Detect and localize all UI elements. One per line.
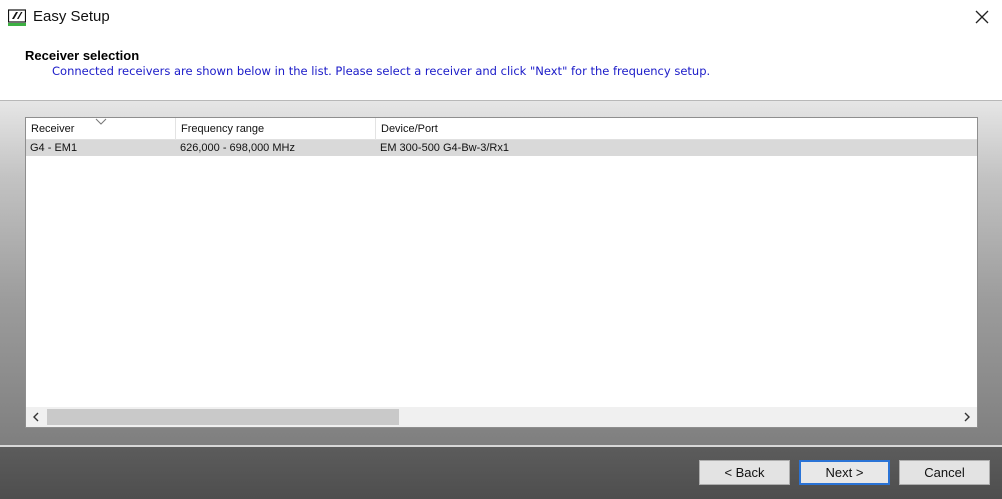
column-header-label: Device/Port <box>381 123 438 135</box>
column-header-frequency-range[interactable]: Frequency range <box>176 118 376 140</box>
page-title: Receiver selection <box>25 48 140 63</box>
page-description: Connected receivers are shown below in t… <box>52 64 711 78</box>
device-port-cell: EM 300-500 G4-Bw-3/Rx1 <box>380 142 509 154</box>
close-icon <box>975 10 989 24</box>
receiver-list[interactable]: Receiver Frequency range Device/Port G4 … <box>25 117 978 428</box>
sort-descending-icon <box>95 118 107 125</box>
column-header-label: Frequency range <box>181 123 265 135</box>
sennheiser-logo-icon <box>8 9 26 26</box>
receiver-cell: G4 - EM1 <box>30 142 78 154</box>
title-bar: Easy Setup <box>0 0 1002 34</box>
cancel-button[interactable]: Cancel <box>899 460 990 485</box>
table-row[interactable]: G4 - EM1 626,000 - 698,000 MHz EM 300-50… <box>26 140 977 156</box>
column-header-label: Receiver <box>31 123 75 135</box>
window-title: Easy Setup <box>33 8 110 25</box>
wizard-header: Receiver selection Connected receivers a… <box>0 34 1002 100</box>
next-button[interactable]: Next > <box>799 460 890 485</box>
chevron-right-icon <box>964 412 970 422</box>
horizontal-scrollbar[interactable] <box>26 407 977 427</box>
frequency-range-cell: 626,000 - 698,000 MHz <box>180 142 295 154</box>
scroll-left-button[interactable] <box>26 407 46 427</box>
scrollbar-thumb[interactable] <box>47 409 399 425</box>
column-header-row: Receiver Frequency range Device/Port <box>26 118 977 140</box>
chevron-left-icon <box>33 412 39 422</box>
scroll-right-button[interactable] <box>957 407 977 427</box>
wizard-footer: < Back Next > Cancel <box>0 445 1002 499</box>
column-header-device-port[interactable]: Device/Port <box>376 118 976 140</box>
close-button[interactable] <box>962 0 1002 34</box>
column-header-receiver[interactable]: Receiver <box>26 118 176 140</box>
back-button[interactable]: < Back <box>699 460 790 485</box>
content-panel: Receiver Frequency range Device/Port G4 … <box>0 100 1002 445</box>
